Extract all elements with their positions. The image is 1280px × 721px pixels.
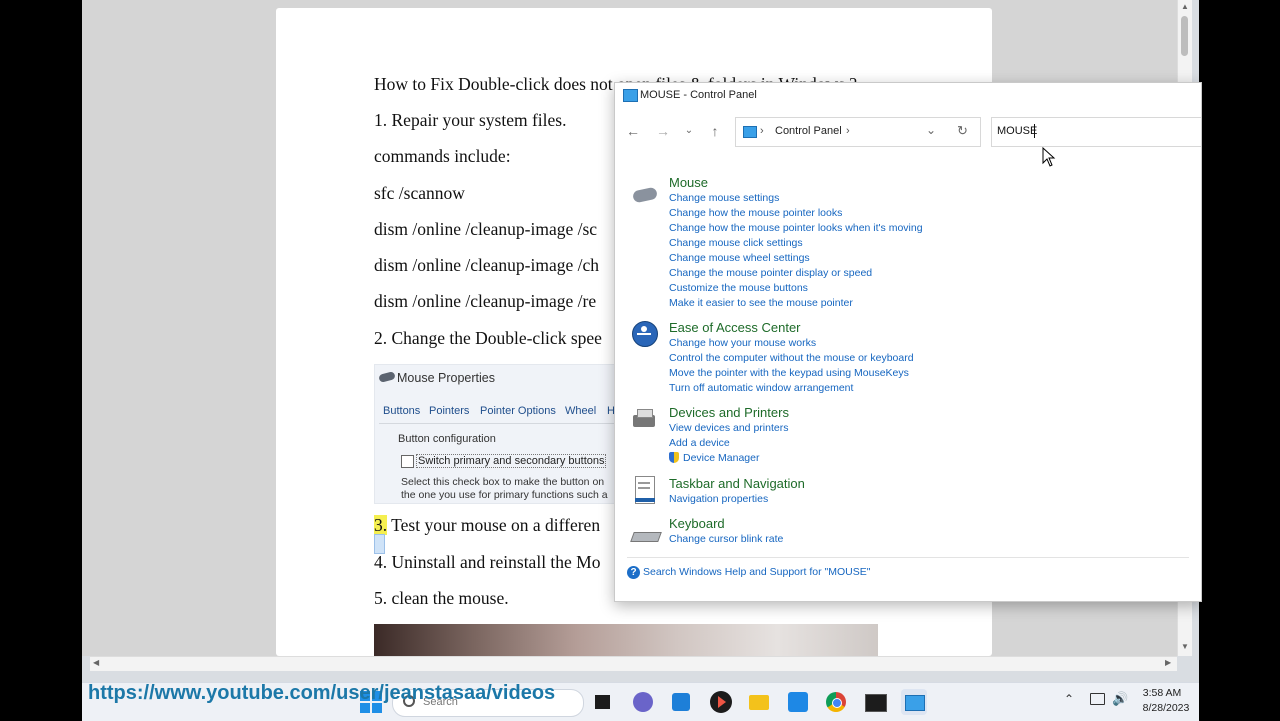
text-selection-marker xyxy=(374,534,385,554)
switch-buttons-checkbox xyxy=(401,455,414,468)
link-add-device[interactable]: Add a device xyxy=(669,437,730,449)
scroll-down-icon[interactable]: ▼ xyxy=(1181,642,1189,651)
horizontal-scrollbar[interactable]: ◀ ▶ xyxy=(90,656,1177,671)
link-wheel-settings[interactable]: Change mouse wheel settings xyxy=(669,252,810,264)
link-view-devices[interactable]: View devices and printers xyxy=(669,422,788,434)
link-pointer-moving[interactable]: Change how the mouse pointer looks when … xyxy=(669,222,923,234)
control-panel-icon xyxy=(623,89,638,102)
store-icon[interactable] xyxy=(668,689,694,715)
checkbox-label: Switch primary and secondary buttons xyxy=(416,454,607,468)
address-dropdown-icon[interactable]: ⌄ xyxy=(926,123,936,137)
highlighted-number: 3. xyxy=(374,515,388,535)
chevron-up-icon[interactable]: ⌃ xyxy=(1064,692,1074,706)
app-icon[interactable] xyxy=(785,689,811,715)
help-search-link[interactable]: Search Windows Help and Support for "MOU… xyxy=(643,566,870,578)
doc-line-3-text: Test your mouse on a differen xyxy=(387,515,601,535)
forward-icon[interactable]: → xyxy=(653,121,673,141)
text-caret xyxy=(1034,124,1035,138)
window-title: MOUSE - Control Panel xyxy=(640,89,757,101)
clock-date[interactable]: 8/28/2023 xyxy=(1136,702,1196,714)
link-customize-buttons[interactable]: Customize the mouse buttons xyxy=(669,282,808,294)
control-panel-icon xyxy=(743,126,757,138)
mouse-icon xyxy=(631,181,659,209)
link-without-mouse[interactable]: Control the computer without the mouse o… xyxy=(669,352,914,364)
shield-icon xyxy=(669,452,679,463)
up-icon[interactable]: ↑ xyxy=(705,121,725,141)
taskbar-icon xyxy=(631,476,659,504)
help-icon: ? xyxy=(627,566,640,579)
title-bar[interactable]: MOUSE - Control Panel xyxy=(615,83,1201,107)
link-pointer-looks[interactable]: Change how the mouse pointer looks xyxy=(669,207,842,219)
category-title-devices-printers[interactable]: Devices and Printers xyxy=(669,405,789,420)
tab-divider xyxy=(379,423,621,424)
cleaning-mouse-image xyxy=(374,624,878,656)
ease-of-access-icon xyxy=(631,320,659,348)
scroll-left-icon[interactable]: ◀ xyxy=(93,658,99,667)
doc-line: commands include: xyxy=(374,146,511,166)
link-change-mouse-settings[interactable]: Change mouse settings xyxy=(669,192,779,204)
link-navigation-properties[interactable]: Navigation properties xyxy=(669,493,768,505)
doc-line-3: 3. Test your mouse on a differen xyxy=(374,515,600,536)
mouse-properties-title: Mouse Properties xyxy=(397,371,495,385)
refresh-icon[interactable]: ↻ xyxy=(957,123,968,139)
link-device-manager[interactable]: Device Manager xyxy=(683,452,759,464)
link-mouse-works[interactable]: Change how your mouse works xyxy=(669,337,816,349)
link-see-pointer[interactable]: Make it easier to see the mouse pointer xyxy=(669,297,853,309)
scrollbar-thumb[interactable] xyxy=(1181,16,1188,56)
printer-icon xyxy=(631,407,659,435)
doc-line: 1. Repair your system files. xyxy=(374,110,567,130)
category-title-ease-of-access[interactable]: Ease of Access Center xyxy=(669,320,801,335)
address-bar[interactable]: › Control Panel › ⌄ ↻ xyxy=(735,117,981,147)
file-explorer-icon[interactable] xyxy=(746,689,772,715)
network-icon[interactable] xyxy=(1090,693,1105,705)
task-view-icon[interactable] xyxy=(590,689,616,715)
control-panel-taskbar-icon[interactable] xyxy=(901,689,927,715)
recent-locations-icon[interactable]: ⌄ xyxy=(679,121,699,141)
category-title-keyboard[interactable]: Keyboard xyxy=(669,516,725,531)
category-title-taskbar-navigation[interactable]: Taskbar and Navigation xyxy=(669,476,805,491)
divider xyxy=(627,557,1189,558)
mouse-icon xyxy=(378,371,396,383)
search-input[interactable]: MOUSE xyxy=(991,117,1201,147)
link-click-settings[interactable]: Change mouse click settings xyxy=(669,237,803,249)
breadcrumb-control-panel[interactable]: Control Panel xyxy=(775,125,842,137)
tab-pointer-options: Pointer Options xyxy=(480,405,556,417)
doc-line: 4. Uninstall and reinstall the Mo xyxy=(374,552,601,572)
link-pointer-speed[interactable]: Change the mouse pointer display or spee… xyxy=(669,267,872,279)
doc-line: dism /online /cleanup-image /ch xyxy=(374,255,600,275)
category-title-mouse[interactable]: Mouse xyxy=(669,175,708,190)
search-value: MOUSE xyxy=(997,125,1038,137)
back-icon[interactable]: ← xyxy=(623,121,643,141)
mouse-properties-image: Mouse Properties Buttons Pointers Pointe… xyxy=(374,364,626,504)
control-panel-window: MOUSE - Control Panel ← → ⌄ ↑ › Control … xyxy=(614,82,1202,602)
doc-line: 2. Change the Double-click spee xyxy=(374,328,602,348)
tab-pointers: Pointers xyxy=(429,405,470,417)
scroll-right-icon[interactable]: ▶ xyxy=(1165,658,1171,667)
link-cursor-blink-rate[interactable]: Change cursor blink rate xyxy=(669,533,783,545)
doc-line: 5. clean the mouse. xyxy=(374,588,509,608)
youtube-url-overlay: https://www.youtube.com/user/jeanstasaa/… xyxy=(88,682,556,704)
volume-icon[interactable]: 🔊 xyxy=(1112,691,1128,707)
breadcrumb-chevron-icon[interactable]: › xyxy=(846,125,850,137)
doc-line: dism /online /cleanup-image /re xyxy=(374,291,597,311)
teams-chat-icon[interactable] xyxy=(630,689,656,715)
terminal-icon[interactable] xyxy=(862,689,888,715)
doc-line: dism /online /cleanup-image /sc xyxy=(374,219,598,239)
navigation-bar: ← → ⌄ ↑ › Control Panel › ⌄ ↻ MOUSE xyxy=(615,107,1201,157)
link-window-arrangement[interactable]: Turn off automatic window arrangement xyxy=(669,382,853,394)
tab-buttons: Buttons xyxy=(383,405,421,417)
mp-description: Select this check box to make the button… xyxy=(401,476,605,488)
chrome-icon[interactable] xyxy=(823,689,849,715)
group-label: Button configuration xyxy=(398,433,496,445)
breadcrumb-chevron-icon: › xyxy=(760,125,764,137)
keyboard-icon xyxy=(630,520,662,548)
doc-line: sfc /scannow xyxy=(374,183,465,203)
mouse-cursor-icon xyxy=(1042,147,1056,167)
link-mousekeys[interactable]: Move the pointer with the keypad using M… xyxy=(669,367,909,379)
scroll-up-icon[interactable]: ▲ xyxy=(1181,2,1189,11)
tab-wheel: Wheel xyxy=(565,405,597,417)
mp-description: the one you use for primary functions su… xyxy=(401,489,608,501)
clock-time[interactable]: 3:58 AM xyxy=(1136,687,1188,699)
media-player-icon[interactable] xyxy=(708,689,734,715)
